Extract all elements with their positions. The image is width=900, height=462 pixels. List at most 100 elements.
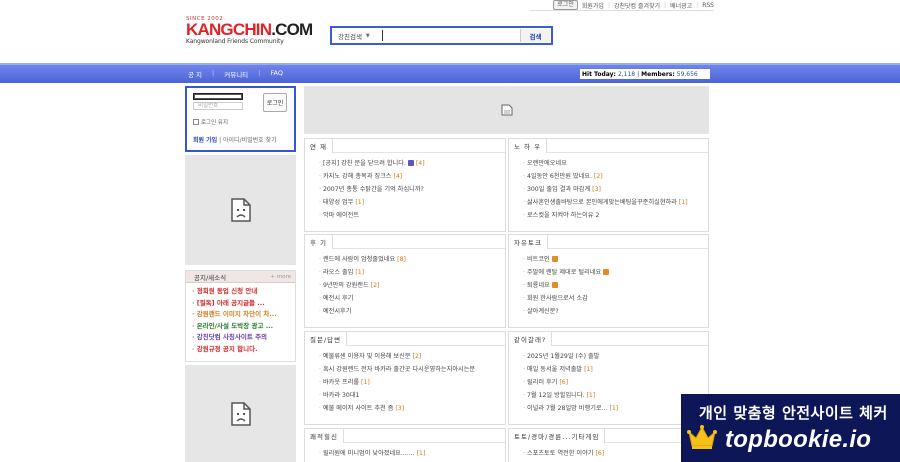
board-post[interactable]: 300일 출입 결과 마감계 [3]	[523, 183, 709, 196]
notice-item[interactable]: 온라인/사설 도박장 광고 ...	[192, 321, 292, 333]
nav-item-community[interactable]: 커뮤니티	[224, 69, 248, 79]
post-title: 오랜만에오네요	[526, 160, 567, 167]
nav-item-faq[interactable]: FAQ	[270, 69, 283, 79]
topbookie-ad-banner[interactable]: 개인 맞춤형 안전사이트 체커 topbookie.io	[681, 394, 900, 462]
comment-count: [2]	[370, 282, 380, 289]
board-box: 노 하 우오랜만에오네요 4일동안 6천만원 땄네요. [2]300일 출입 결과…	[508, 138, 709, 232]
site-logo[interactable]: SINCE 2002 KANGCHIN.COM Kangwonland Frie…	[186, 16, 313, 45]
post-title: 예전시 후기	[322, 295, 354, 302]
notice-mark-icon	[407, 160, 414, 166]
post-title: 회원 한사람으로서 소감	[526, 295, 588, 302]
board-post[interactable]: 4일동안 6천만원 땄네요. [2]	[523, 170, 709, 183]
comment-count: [1]	[584, 366, 593, 373]
top-link-join[interactable]: 회원가입	[582, 1, 604, 10]
password-field[interactable]: 비밀번호	[193, 102, 243, 110]
board-post[interactable]: 비트코인	[523, 253, 709, 266]
board-tab[interactable]: 후 기	[305, 234, 334, 249]
board-box: 자유토크비트코인주말에 랜탈 제대로 털리네요퇴룡네요회원 한사람으로서 소감살…	[508, 234, 709, 328]
find-account-link[interactable]: | 아이디/비밀번호 찾기	[217, 137, 277, 144]
board-post[interactable]: 2025년 1월29일 (수) 출발	[523, 350, 709, 363]
post-title: 삶사혼인생출바탕으로 본인에게맞는베팅을꾸준히실현하라	[526, 199, 677, 206]
board-tab[interactable]: 노 하 우	[509, 138, 548, 153]
board-post[interactable]: 살아계신분?	[523, 305, 709, 318]
board-tab[interactable]: 같이갈래?	[509, 331, 553, 346]
search-input[interactable]	[382, 30, 520, 41]
comment-count: [8]	[397, 256, 406, 263]
board-post[interactable]: 9년만의 강원랜드 [2]	[319, 279, 505, 292]
post-title: 스포츠토토 역전한 이야기	[526, 450, 594, 457]
notice-item[interactable]: 강원랜드 이미지 차단이 차...	[192, 309, 292, 321]
nav-item-notice[interactable]: 공 지	[188, 69, 202, 79]
user-id-field[interactable]	[193, 93, 243, 100]
top-links: 로그인 회원가입 | 강친닷컴 즐겨찾기 | 배너광고 | RSS	[553, 0, 714, 10]
notice-item[interactable]: 강원규정 공지 합니다.	[192, 344, 292, 356]
post-title: 2025년 1월29일 (수) 출발	[526, 353, 600, 360]
post-title: 릴리러 후기	[526, 379, 558, 386]
board-post[interactable]: 2007년 총통 수탉간을 기억 하십니까?	[319, 183, 505, 196]
notice-item[interactable]: 정회원 등업 신청 안내	[192, 286, 292, 298]
left-banner-image[interactable]	[185, 155, 296, 265]
board-post[interactable]: 악마 에이전트	[319, 209, 505, 222]
notice-item[interactable]: 강친닷컴 사칭사이트 주의	[192, 332, 292, 344]
board-post[interactable]: 바카라 30대1	[319, 389, 505, 402]
broken-image-icon	[501, 104, 513, 116]
search-scope-select[interactable]: 강친검색 ▼	[332, 31, 382, 41]
left-banner-image-2[interactable]	[185, 365, 296, 462]
checkbox-icon	[193, 119, 199, 125]
board-post[interactable]: 주말에 랜탈 제대로 털리네요	[523, 266, 709, 279]
notice-item[interactable]: [필독] 아래 공지글들 ...	[192, 298, 292, 310]
join-link[interactable]: 회원 가입	[193, 137, 217, 144]
board-post[interactable]: 예전시후기	[319, 305, 505, 318]
comment-count: [1]	[355, 269, 365, 276]
comment-count: [1]	[678, 199, 688, 206]
top-link-rss[interactable]: RSS	[702, 2, 714, 9]
board-box: 토토/경마/경륜...기타게임스포츠토토 역전한 이야기 [6]	[508, 428, 709, 462]
board-post-list: 오랜만에오네요 4일동안 6천만원 땄네요. [2]300일 출입 결과 마감계 …	[509, 153, 708, 222]
board-tab[interactable]: 토토/경마/경륜...기타게임	[509, 428, 606, 443]
top-link-bookmark[interactable]: 강친닷컴 즐겨찾기	[614, 1, 660, 10]
main-nav: 공 지 | 커뮤니티 | FAQ Hit Today: 2,118 | Membe…	[0, 63, 900, 83]
board-post[interactable]: 혹시 강원랜드 전자 바카라 출간곳 다시운영하는지아시는분	[319, 363, 505, 376]
board-post-list: [공지] 강친 문을 닫으려 합니다. [4]카지노 강해 총목과 징크스 [4…	[305, 153, 505, 222]
board-post[interactable]: [공지] 강친 문을 닫으려 합니다. [4]	[319, 157, 505, 170]
board-tab[interactable]: 연 재	[305, 138, 334, 153]
post-title: 랜드에 사람이 엄청줄었네요	[322, 256, 396, 263]
main-banner-image[interactable]	[304, 86, 709, 134]
post-title: 7월 12일 방힐입니다.	[526, 392, 585, 399]
board-post[interactable]: 예불 메이저 사이트 추천 좀 [3]	[319, 402, 505, 415]
keep-login-checkbox[interactable]: 로그인 유지	[193, 118, 228, 126]
board-post[interactable]: 회원 한사람으로서 소감	[523, 292, 709, 305]
board-post[interactable]: 카지노 강해 총목과 징크스 [4]	[319, 170, 505, 183]
login-button[interactable]: 로그인	[263, 93, 287, 112]
board-post[interactable]: 랜드에 사람이 엄청줄었네요 [8]	[319, 253, 505, 266]
board-post[interactable]: 라오스 출입 [1]	[319, 266, 505, 279]
board-post[interactable]: 오랜만에오네요	[523, 157, 709, 170]
board-tab[interactable]: 질문/답변	[305, 331, 348, 346]
top-link-banner-ad[interactable]: 배너광고	[670, 1, 692, 10]
board-post[interactable]: 매일 동서울 저녁출발 [1]	[523, 363, 709, 376]
board-post[interactable]: 로스컷을 지켜야 하는이유 2	[523, 209, 709, 222]
board-post[interactable]: 바카웃 프리롤 [1]	[319, 376, 505, 389]
notice-more-link[interactable]: + more	[270, 274, 291, 280]
board-post[interactable]: 퇴룡네요	[523, 279, 709, 292]
post-title: 퇴룡네요	[526, 282, 550, 289]
login-box: 비밀번호 로그인 로그인 유지 회원 가입 | 아이디/비밀번호 찾기	[185, 86, 296, 152]
board-post[interactable]: 예전시 후기	[319, 292, 505, 305]
post-title: 비트코인	[526, 256, 550, 263]
top-login-button[interactable]: 로그인	[553, 0, 578, 10]
board-post-list: 스포츠토토 역전한 이야기 [6]	[509, 443, 708, 460]
comment-count: [2]	[412, 353, 422, 360]
comment-count: [4]	[393, 173, 403, 180]
account-links: 회원 가입 | 아이디/비밀번호 찾기	[193, 135, 277, 144]
board-post[interactable]: 태양성 업무 [1]	[319, 196, 505, 209]
board-post[interactable]: 삶사혼인생출바탕으로 본인에게맞는베팅을꾸준히실현하라 [1]	[523, 196, 709, 209]
board-post-list: 비트코인주말에 랜탈 제대로 털리네요퇴룡네요회원 한사람으로서 소감살아계신분…	[509, 249, 708, 318]
board-post[interactable]: 예불류센 이용자 및 이용해 보신분 [2]	[319, 350, 505, 363]
board-post[interactable]: 릴리원에 미니멈이 낮아졌네요....... [1]	[319, 447, 505, 460]
post-title: 주말에 랜탈 제대로 털리네요	[526, 269, 602, 276]
board-tab[interactable]: 자유토크	[509, 234, 548, 249]
board-tab[interactable]: 쾌적힐신	[305, 428, 344, 443]
board-post[interactable]: 릴리러 후기 [6]	[523, 376, 709, 389]
search-button[interactable]: 검색	[520, 29, 550, 42]
post-title: 9년만의 강원랜드	[322, 282, 369, 289]
